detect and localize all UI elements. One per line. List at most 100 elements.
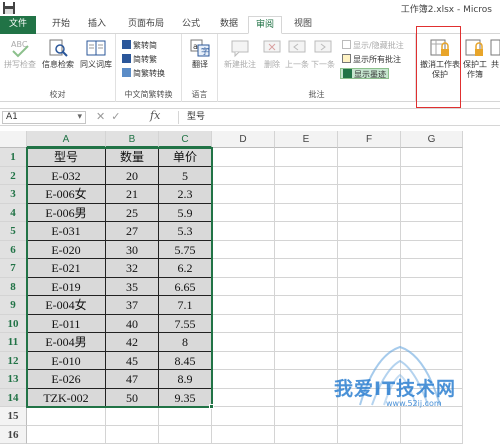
row-header-15[interactable]: 15 bbox=[0, 407, 27, 426]
cell-c5[interactable]: 5.3 bbox=[159, 222, 212, 241]
fill-handle[interactable] bbox=[209, 404, 214, 409]
cell-d11[interactable] bbox=[212, 333, 275, 352]
cell-f8[interactable] bbox=[338, 278, 401, 297]
column-header-c[interactable]: C bbox=[159, 131, 212, 148]
tab-insert[interactable]: 插入 bbox=[80, 16, 114, 34]
cell-c12[interactable]: 8.45 bbox=[159, 352, 212, 371]
column-header-g[interactable]: G bbox=[401, 131, 463, 148]
cell-a5[interactable]: E-031 bbox=[27, 222, 106, 241]
row-header-6[interactable]: 6 bbox=[0, 241, 27, 260]
cell-d9[interactable] bbox=[212, 296, 275, 315]
cell-e8[interactable] bbox=[275, 278, 338, 297]
cell-f10[interactable] bbox=[338, 315, 401, 334]
cell-b14[interactable]: 50 bbox=[106, 389, 159, 408]
cell-f3[interactable] bbox=[338, 185, 401, 204]
tab-file[interactable]: 文件 bbox=[0, 16, 36, 34]
formula-input[interactable]: 型号 bbox=[178, 111, 500, 124]
cell-g7[interactable] bbox=[401, 259, 463, 278]
tab-review[interactable]: 审阅 bbox=[248, 16, 282, 34]
cell-a3[interactable]: E-006女 bbox=[27, 185, 106, 204]
row-header-14[interactable]: 14 bbox=[0, 389, 27, 408]
row-header-11[interactable]: 11 bbox=[0, 333, 27, 352]
cell-c1[interactable]: 单价 bbox=[159, 148, 212, 167]
tab-view[interactable]: 视图 bbox=[286, 16, 320, 34]
row-header-12[interactable]: 12 bbox=[0, 352, 27, 371]
column-header-b[interactable]: B bbox=[106, 131, 159, 148]
cell-b9[interactable]: 37 bbox=[106, 296, 159, 315]
row-header-7[interactable]: 7 bbox=[0, 259, 27, 278]
protect-workbook-button[interactable]: 保护工作簿 bbox=[462, 38, 488, 80]
cell-f1[interactable] bbox=[338, 148, 401, 167]
cell-d3[interactable] bbox=[212, 185, 275, 204]
share-workbook-button[interactable]: 共 bbox=[490, 38, 500, 70]
cell-d12[interactable] bbox=[212, 352, 275, 371]
show-ink-button[interactable]: 显示墨迹 bbox=[340, 68, 389, 79]
cell-f4[interactable] bbox=[338, 204, 401, 223]
cell-c7[interactable]: 6.2 bbox=[159, 259, 212, 278]
cell-g6[interactable] bbox=[401, 241, 463, 260]
cell-c6[interactable]: 5.75 bbox=[159, 241, 212, 260]
cell-c9[interactable]: 7.1 bbox=[159, 296, 212, 315]
cell-b2[interactable]: 20 bbox=[106, 167, 159, 186]
cell-b6[interactable]: 30 bbox=[106, 241, 159, 260]
cell-a9[interactable]: E-004女 bbox=[27, 296, 106, 315]
cell-d5[interactable] bbox=[212, 222, 275, 241]
cell-c11[interactable]: 8 bbox=[159, 333, 212, 352]
cell-e16[interactable] bbox=[275, 426, 338, 444]
cell-e1[interactable] bbox=[275, 148, 338, 167]
cell-a15[interactable] bbox=[27, 407, 106, 426]
row-header-4[interactable]: 4 bbox=[0, 204, 27, 223]
row-header-9[interactable]: 9 bbox=[0, 296, 27, 315]
save-icon[interactable] bbox=[2, 1, 16, 15]
select-all-corner[interactable] bbox=[0, 131, 27, 148]
show-all-comments-button[interactable]: 显示所有批注 bbox=[342, 54, 401, 65]
cell-f9[interactable] bbox=[338, 296, 401, 315]
column-header-e[interactable]: E bbox=[275, 131, 338, 148]
cell-b10[interactable]: 40 bbox=[106, 315, 159, 334]
cell-f16[interactable] bbox=[338, 426, 401, 444]
row-header-5[interactable]: 5 bbox=[0, 222, 27, 241]
cell-a10[interactable]: E-011 bbox=[27, 315, 106, 334]
cell-b5[interactable]: 27 bbox=[106, 222, 159, 241]
cell-b12[interactable]: 45 bbox=[106, 352, 159, 371]
cell-g3[interactable] bbox=[401, 185, 463, 204]
cell-b16[interactable] bbox=[106, 426, 159, 444]
cell-f7[interactable] bbox=[338, 259, 401, 278]
cell-e9[interactable] bbox=[275, 296, 338, 315]
cell-d13[interactable] bbox=[212, 370, 275, 389]
cancel-icon[interactable]: ✕ bbox=[96, 110, 111, 123]
previous-comment-button[interactable]: 上一条 bbox=[284, 38, 310, 70]
cell-g9[interactable] bbox=[401, 296, 463, 315]
row-header-13[interactable]: 13 bbox=[0, 370, 27, 389]
cell-c16[interactable] bbox=[159, 426, 212, 444]
cell-a14[interactable]: TZK-002 bbox=[27, 389, 106, 408]
row-header-2[interactable]: 2 bbox=[0, 167, 27, 186]
cell-c13[interactable]: 8.9 bbox=[159, 370, 212, 389]
cell-f2[interactable] bbox=[338, 167, 401, 186]
cell-b11[interactable]: 42 bbox=[106, 333, 159, 352]
cell-e3[interactable] bbox=[275, 185, 338, 204]
cell-e7[interactable] bbox=[275, 259, 338, 278]
cell-f5[interactable] bbox=[338, 222, 401, 241]
cell-d8[interactable] bbox=[212, 278, 275, 297]
tab-formulas[interactable]: 公式 bbox=[174, 16, 208, 34]
cell-b1[interactable]: 数量 bbox=[106, 148, 159, 167]
name-box[interactable]: A1▾ bbox=[2, 111, 86, 124]
row-header-16[interactable]: 16 bbox=[0, 426, 27, 444]
cell-g10[interactable] bbox=[401, 315, 463, 334]
cell-e4[interactable] bbox=[275, 204, 338, 223]
cell-d2[interactable] bbox=[212, 167, 275, 186]
tab-data[interactable]: 数据 bbox=[212, 16, 246, 34]
cell-g16[interactable] bbox=[401, 426, 463, 444]
cell-d16[interactable] bbox=[212, 426, 275, 444]
new-comment-button[interactable]: 新建批注 bbox=[220, 38, 260, 70]
insert-function-button[interactable]: fx bbox=[150, 109, 160, 122]
name-box-dropdown-icon[interactable]: ▾ bbox=[77, 112, 82, 123]
cell-a4[interactable]: E-006男 bbox=[27, 204, 106, 223]
cell-g4[interactable] bbox=[401, 204, 463, 223]
row-header-3[interactable]: 3 bbox=[0, 185, 27, 204]
row-header-10[interactable]: 10 bbox=[0, 315, 27, 334]
enter-icon[interactable]: ✓ bbox=[111, 110, 126, 123]
cell-c15[interactable] bbox=[159, 407, 212, 426]
cell-d15[interactable] bbox=[212, 407, 275, 426]
